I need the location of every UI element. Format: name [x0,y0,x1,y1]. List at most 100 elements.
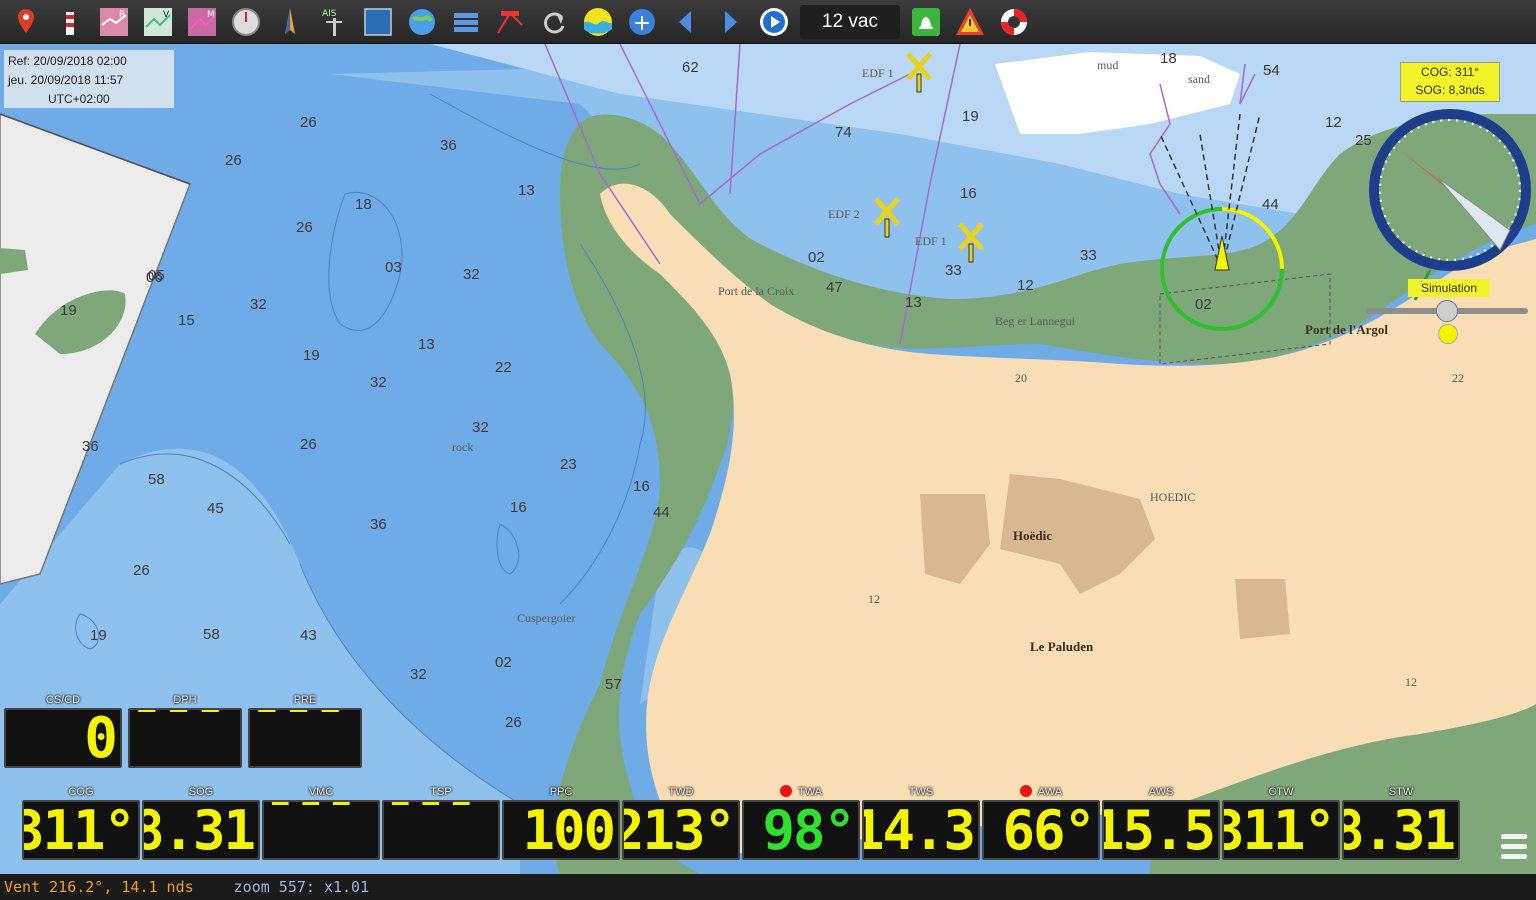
place-name: mud [1097,58,1119,72]
vector-chart-icon[interactable]: V [136,2,180,42]
utc-offset: UTC+02:00 [48,92,110,106]
compass-dial-icon[interactable] [224,2,268,42]
instrument-twd[interactable]: TWD 213° [622,784,740,864]
depth-label: 32 [463,266,480,283]
stack-icon[interactable] [444,2,488,42]
instrument-value: ---- [248,708,362,768]
instrument-awa[interactable]: AWA 66° [982,784,1100,864]
prev-icon[interactable] [664,2,708,42]
instrument-value: 311° [22,800,140,860]
svg-text:V: V [163,10,170,20]
bell-icon[interactable] [904,2,948,42]
depth-label: 26 [300,436,317,453]
mbtiles-chart-icon[interactable]: M [180,2,224,42]
instrument-cscd[interactable]: CS/CD 0 [4,692,122,772]
svg-text:R: R [119,10,125,20]
instrument-value: 311° [1222,800,1340,860]
depth-label: 33 [1080,247,1097,264]
instrument-tsp[interactable]: TSP ---- [382,784,500,864]
wind-status: Vent 216.2°, 14.1 nds [4,878,194,896]
warning-icon[interactable] [948,2,992,42]
instrument-vmc[interactable]: VMC ---- [262,784,380,864]
depth-label: 05 [148,267,165,284]
svg-text:AIS: AIS [322,9,337,19]
refresh-icon[interactable] [532,2,576,42]
instrument-label-text: AWA [1037,786,1063,798]
instrument-value: 100 [502,800,620,860]
simulation-label: Simulation [1408,279,1490,297]
instrument-aws[interactable]: AWS 15.5 [1102,784,1220,864]
instrument-label: VMC [262,784,380,800]
instrument-value: ---- [382,800,500,860]
depth-label: 15 [178,312,195,329]
instrument-tws[interactable]: TWS 14.3 [862,784,980,864]
svg-text:M: M [207,10,215,20]
depth-label: 44 [1262,196,1279,213]
cog-readout: COG: 311° [1421,65,1479,79]
instrument-label-text: PPC [549,786,573,798]
place-name: Cuspergoier [517,611,576,625]
depth-label: 12 [1017,277,1034,294]
instrument-value: 0 [4,708,122,768]
depth-label: 45 [207,500,224,517]
instrument-value: ---- [128,708,242,768]
instrument-label: AWS [1102,784,1220,800]
raster-chart-icon[interactable]: R [92,2,136,42]
instrument-cog[interactable]: COG 311° [22,784,140,864]
instrument-pre[interactable]: PRE ---- [248,692,362,772]
instrument-ppc[interactable]: PPC 100 [502,784,620,864]
globe-icon[interactable] [400,2,444,42]
next-icon[interactable] [708,2,752,42]
depth-label: 18 [355,196,372,213]
instrument-label: TWA [742,784,860,800]
weather-icon[interactable] [576,2,620,42]
north-needle-icon[interactable] [268,2,312,42]
slider-thumb[interactable] [1436,300,1458,322]
instrument-stw[interactable]: STW 8.31 [1342,784,1460,864]
instrument-label-text: COG [68,786,94,798]
depth-label: 12 [1325,114,1342,131]
route-flag-icon[interactable] [488,2,532,42]
spot-height: 12 [1405,675,1417,689]
depth-label: 16 [510,499,527,516]
instrument-value: 14.3 [862,800,980,860]
buoy-label: EDF 2 [828,207,860,221]
instrument-value: 8.31 [1342,800,1460,860]
instrument-value: 66° [982,800,1100,860]
instrument-label-text: TWA [797,786,823,798]
instrument-value: 213° [622,800,740,860]
simulation-slider[interactable] [1366,300,1528,322]
map-pin-icon[interactable] [4,2,48,42]
lighthouse-icon[interactable] [48,2,92,42]
instrument-label: TWS [862,784,980,800]
depth-label: 26 [505,714,522,731]
local-time: jeu. 20/09/2018 11:57 [8,73,124,87]
lifebuoy-icon[interactable] [992,2,1036,42]
depth-label: 33 [945,262,962,279]
time-reference-box: Ref: 20/09/2018 02:00 jeu. 20/09/2018 11… [4,50,174,108]
buoy-label: EDF 1 [862,66,894,80]
instrument-twa[interactable]: TWA 98° [742,784,860,864]
spot-height: 12 [868,592,880,606]
alarm-dot-icon [779,785,792,797]
instrument-label: CTW [1222,784,1340,800]
simulation-indicator [1438,324,1458,344]
place-name: sand [1188,72,1210,86]
instrument-dph[interactable]: DPH ---- [128,692,242,772]
instrument-label: STW [1342,784,1460,800]
instrument-ctw[interactable]: CTW 311° [1222,784,1340,864]
play-icon[interactable] [752,2,796,42]
depth-label: 26 [296,219,313,236]
depth-label: 62 [682,59,699,76]
menu-icon[interactable] [1494,826,1534,866]
instrument-value: 98° [742,800,860,860]
instrument-label: DPH [173,694,197,706]
depth-label: 19 [962,108,979,125]
square-layer-icon[interactable] [356,2,400,42]
depth-label: 13 [518,182,535,199]
cog-sog-box: COG: 311° SOG: 8,3nds [1400,62,1500,102]
ais-icon[interactable]: AIS [312,2,356,42]
speed-icon[interactable] [620,2,664,42]
instrument-sog[interactable]: SOG 8.31 [142,784,260,864]
depth-label: 58 [148,471,165,488]
